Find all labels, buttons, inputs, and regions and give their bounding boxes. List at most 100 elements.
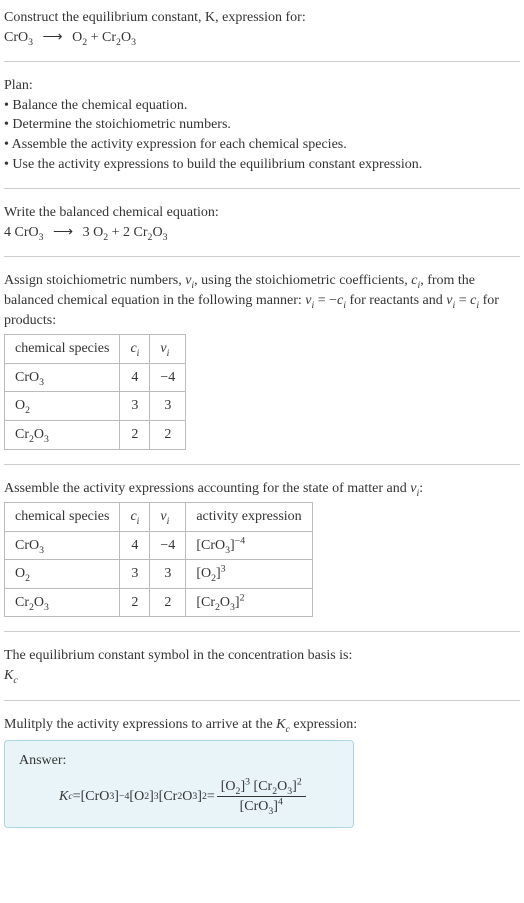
t1a: [CrO	[81, 787, 110, 807]
denominator: [CrO3]4	[217, 797, 306, 817]
n2sup: 2	[297, 776, 302, 787]
eq2: =	[207, 787, 215, 807]
divider	[4, 700, 520, 701]
plan-item: Balance the chemical equation.	[4, 96, 520, 116]
a-sup: 3	[221, 564, 226, 575]
eq1: = −	[314, 293, 337, 308]
t1: Mulitply the activity expressions to arr…	[4, 717, 276, 732]
K: K	[4, 668, 13, 683]
plan-list: Balance the chemical equation. Determine…	[4, 96, 520, 174]
cell-species: O2	[5, 392, 120, 421]
p2b: O	[152, 225, 162, 240]
cell-nui: 3	[150, 560, 186, 589]
plan-item: Determine the stoichiometric numbers.	[4, 115, 520, 135]
K: K	[276, 717, 285, 732]
plus: +	[87, 30, 102, 45]
K-sub: c	[13, 675, 17, 686]
divider	[4, 188, 520, 189]
cell-species: CrO3	[5, 531, 120, 560]
product1: O	[72, 30, 82, 45]
numerator: [O2]3 [Cr2O3]2	[217, 777, 306, 798]
sp-sub: 3	[39, 377, 44, 388]
K: K	[59, 787, 68, 807]
nui-sub: i	[167, 348, 170, 359]
col-ci: ci	[120, 335, 150, 364]
col-activity: activity expression	[186, 503, 312, 532]
table-header-row: chemical species ci νi activity expressi…	[5, 503, 313, 532]
sp: Cr	[15, 595, 29, 610]
plan-section: Plan: Balance the chemical equation. Det…	[4, 76, 520, 174]
a: [Cr	[196, 595, 215, 610]
divider	[4, 464, 520, 465]
table-row: Cr2O3 2 2	[5, 420, 186, 449]
multiply-text: Mulitply the activity expressions to arr…	[4, 715, 520, 735]
header-equation: CrO3 ⟶ O2 + Cr2O3	[4, 28, 520, 48]
ci-sub: i	[137, 348, 140, 359]
cell-activity: [Cr2O3]2	[186, 588, 312, 617]
sp2-sub: 3	[44, 434, 49, 445]
plan-item: Assemble the activity expression for eac…	[4, 135, 520, 155]
cell-nui: 2	[150, 588, 186, 617]
cell-activity: [CrO3]−4	[186, 531, 312, 560]
reactant-sub: 3	[28, 36, 33, 47]
product2b: O	[121, 30, 131, 45]
ci-sub: i	[137, 516, 140, 527]
col-nui: νi	[150, 503, 186, 532]
col-ci: ci	[120, 503, 150, 532]
cell-ci: 3	[120, 392, 150, 421]
balanced-equation: 4 CrO3 ⟶ 3 O2 + 2 Cr2O3	[4, 223, 520, 243]
balanced-intro: Write the balanced chemical equation:	[4, 203, 520, 223]
multiply-section: Mulitply the activity expressions to arr…	[4, 715, 520, 828]
t3m: O	[182, 787, 192, 807]
col-species: chemical species	[5, 503, 120, 532]
cell-ci: 4	[120, 363, 150, 392]
a: [O	[196, 566, 211, 581]
answer-label: Answer:	[19, 751, 339, 771]
sp: O	[15, 566, 25, 581]
dsup: 4	[278, 797, 283, 808]
t2: expression:	[290, 717, 357, 732]
t2: , using the stoichiometric coefficients,	[194, 273, 411, 288]
arrow-icon: ⟶	[43, 28, 63, 48]
divider	[4, 61, 520, 62]
p2b-sub: 3	[163, 232, 168, 243]
eq2: =	[455, 293, 470, 308]
cell-nui: 2	[150, 420, 186, 449]
p1: O	[93, 225, 103, 240]
assign-text: Assign stoichiometric numbers, νi, using…	[4, 271, 520, 330]
cell-nui: 3	[150, 392, 186, 421]
product2-sub2: 3	[131, 36, 136, 47]
activity-table: chemical species ci νi activity expressi…	[4, 502, 313, 617]
r1-sub: 3	[39, 232, 44, 243]
cell-nui: −4	[150, 531, 186, 560]
sp: CrO	[15, 370, 39, 385]
n2a: [Cr	[250, 779, 272, 794]
eq: =	[73, 787, 81, 807]
table-row: CrO3 4 −4 [CrO3]−4	[5, 531, 313, 560]
fraction: [O2]3 [Cr2O3]2 [CrO3]4	[217, 777, 306, 817]
sp-sub: 2	[25, 405, 30, 416]
answer-equation: Kc = [CrO3]−4 [O2]3 [Cr2O3]2 = [O2]3 [Cr…	[19, 777, 339, 817]
col-species: chemical species	[5, 335, 120, 364]
nui-sub: i	[167, 516, 170, 527]
table-row: O2 3 3 [O2]3	[5, 560, 313, 589]
stoich-table: chemical species ci νi CrO3 4 −4 O2 3 3 …	[4, 334, 186, 449]
answer-box: Answer: Kc = [CrO3]−4 [O2]3 [Cr2O3]2 = […	[4, 740, 354, 828]
header-text: Construct the equilibrium constant, K, e…	[4, 10, 306, 25]
assemble-text: Assemble the activity expressions accoun…	[4, 479, 520, 499]
cell-activity: [O2]3	[186, 560, 312, 589]
sp2-sub: 3	[44, 602, 49, 613]
sp: O	[15, 398, 25, 413]
r1: CrO	[15, 225, 39, 240]
table-header-row: chemical species ci νi	[5, 335, 186, 364]
sp: Cr	[15, 427, 29, 442]
plus: +	[108, 225, 123, 240]
col-nui: νi	[150, 335, 186, 364]
table-row: Cr2O3 2 2 [Cr2O3]2	[5, 588, 313, 617]
a-sup: −4	[235, 535, 245, 546]
sp-sub: 2	[25, 573, 30, 584]
cell-ci: 4	[120, 531, 150, 560]
colon: :	[419, 481, 423, 496]
divider	[4, 631, 520, 632]
t4: for reactants and	[346, 293, 446, 308]
